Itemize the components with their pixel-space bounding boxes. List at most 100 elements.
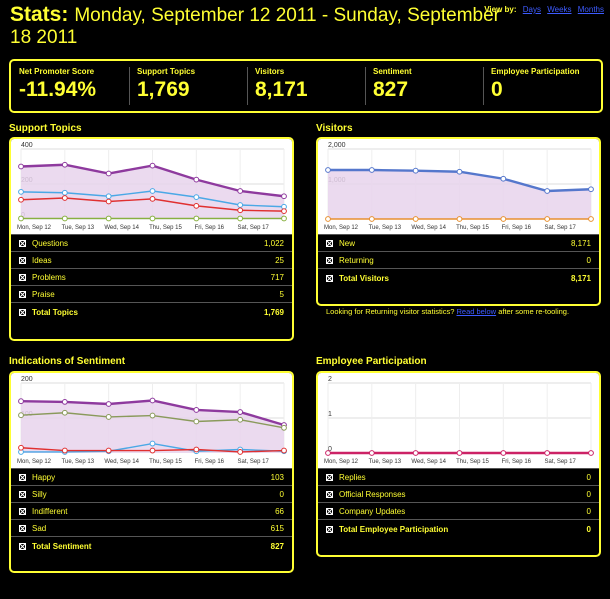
x-tick-label: Sat, Sep 17: [237, 459, 269, 465]
data-point: [105, 215, 112, 222]
toggle-all-icon[interactable]: [326, 525, 333, 533]
total-row[interactable]: Total Visitors 8,171: [318, 268, 599, 287]
toggle-series-icon[interactable]: [326, 490, 333, 498]
sentiment-chart: 100200Mon, Sep 12Tue, Sep 13Wed, Sep 14T…: [11, 373, 292, 468]
data-point: [368, 216, 375, 222]
toggle-series-icon[interactable]: [19, 273, 26, 281]
total-row[interactable]: Total Sentiment 827: [11, 536, 292, 555]
toggle-all-icon[interactable]: [326, 274, 333, 282]
x-tick-label: Fri, Sep 16: [195, 459, 225, 465]
data-point: [281, 215, 287, 222]
view-by-months-link[interactable]: Months: [578, 5, 604, 14]
list-item[interactable]: Happy 103: [11, 468, 292, 485]
total-value: 8,171: [570, 273, 591, 283]
x-tick-label: Wed, Sep 14: [104, 459, 139, 465]
list-item[interactable]: Sad 615: [11, 519, 292, 536]
data-point: [105, 198, 112, 205]
data-point: [500, 216, 507, 222]
list-item-label: Replies: [339, 472, 366, 482]
total-row[interactable]: Total Employee Participation 0: [318, 519, 599, 538]
data-point: [61, 189, 68, 196]
data-point: [544, 216, 551, 222]
data-point: [105, 401, 112, 407]
list-item-value: 8,171: [570, 238, 591, 248]
data-point: [61, 399, 68, 405]
toggle-series-icon[interactable]: [19, 290, 26, 298]
data-point: [193, 215, 200, 222]
page-title: Stats: Monday, September 12 2011 - Sunday…: [10, 4, 510, 49]
series-area: [328, 170, 591, 219]
data-point: [193, 446, 200, 453]
data-point: [237, 188, 244, 194]
x-tick-label: Wed, Sep 14: [104, 225, 139, 231]
data-point: [237, 409, 244, 415]
data-point: [105, 170, 112, 177]
list-item[interactable]: Praise 5: [11, 285, 292, 302]
data-point: [149, 440, 156, 447]
view-by-weeks-link[interactable]: Weeks: [547, 5, 571, 14]
toggle-all-icon[interactable]: [19, 542, 26, 550]
list-item[interactable]: Silly 0: [11, 485, 292, 502]
employee-participation-chart-svg: 012Mon, Sep 12 Tue, Sep 13 Wed, Sep 14 Thu,…: [324, 376, 594, 465]
list-item-label: Silly: [32, 489, 47, 499]
y-tick-label: 2: [328, 376, 332, 383]
data-point: [500, 450, 507, 456]
toggle-series-icon[interactable]: [19, 524, 26, 532]
list-item[interactable]: New 8,171: [318, 234, 599, 251]
list-item-label: Ideas: [32, 255, 52, 265]
data-point: [237, 207, 244, 214]
list-item-value: 0: [279, 489, 284, 499]
list-item[interactable]: Ideas 25: [11, 251, 292, 268]
sentiment-chart-svg: 100200Mon, Sep 12Tue, Sep 13Wed, Sep 14T…: [17, 376, 287, 465]
summary-label: Employee Participation: [491, 67, 580, 76]
visitors-chart: 1,0002,000Mon, Sep 12Tue, Sep 13Wed, Sep…: [318, 139, 599, 234]
view-by-days-link[interactable]: Days: [523, 5, 541, 14]
x-tick-label: Thu, Sep 15: [456, 459, 489, 465]
toggle-series-icon[interactable]: [326, 256, 333, 264]
toggle-series-icon[interactable]: [19, 256, 26, 264]
read-below-link[interactable]: Read below: [456, 307, 496, 316]
list-item-value: 1,022: [263, 238, 284, 248]
x-tick-label: Sat, Sep 17: [544, 459, 576, 465]
list-item[interactable]: Replies 0: [318, 468, 599, 485]
toggle-all-icon[interactable]: [19, 308, 26, 316]
list-item-value: 0: [586, 489, 591, 499]
list-item-value: 0: [586, 506, 591, 516]
list-item[interactable]: Indifferent 66: [11, 502, 292, 519]
employee-participation-chart: 0 1 2 Mon, Sep 12 Tue, Sep 13 Wed, Sep 14 Thu,…: [318, 373, 599, 468]
toggle-series-icon[interactable]: [19, 239, 26, 247]
data-point: [18, 163, 24, 170]
data-point: [61, 195, 68, 201]
list-item[interactable]: Official Responses 0: [318, 485, 599, 502]
data-point: [61, 215, 68, 222]
note-text-after: after some re-tooling.: [498, 307, 570, 316]
list-item-value: 5: [279, 289, 284, 299]
data-point: [18, 412, 24, 419]
toggle-series-icon[interactable]: [19, 473, 26, 481]
summary-label: Visitors: [255, 67, 285, 76]
summary-label: Support Topics: [137, 67, 196, 76]
toggle-series-icon[interactable]: [326, 239, 333, 247]
view-by-label: View by:: [484, 5, 517, 14]
list-item[interactable]: Problems 717: [11, 268, 292, 285]
list-item-value: 103: [270, 472, 284, 482]
summary-sentiment: Sentiment 827: [365, 61, 483, 111]
toggle-series-icon[interactable]: [326, 473, 333, 481]
list-item-value: 717: [270, 272, 284, 282]
data-point: [61, 409, 68, 416]
data-point: [237, 202, 244, 208]
toggle-series-icon[interactable]: [19, 507, 26, 515]
visitors-panel: 1,0002,000Mon, Sep 12Tue, Sep 13Wed, Sep…: [316, 137, 601, 306]
list-item-label: New: [339, 238, 356, 248]
summary-value: 8,171: [255, 78, 308, 101]
list-item[interactable]: Questions 1,022: [11, 234, 292, 251]
list-item-label: Happy: [32, 472, 56, 482]
total-row[interactable]: Total Topics 1,769: [11, 302, 292, 321]
x-tick-label: Mon, Sep 12: [324, 459, 359, 465]
toggle-series-icon[interactable]: [19, 490, 26, 498]
support-topics-chart: 0200400Mon, Sep 12Tue, Sep 13Wed, Sep 14…: [11, 139, 292, 234]
toggle-series-icon[interactable]: [326, 507, 333, 515]
data-point: [281, 208, 287, 215]
list-item[interactable]: Returning 0: [318, 251, 599, 268]
list-item[interactable]: Company Updates 0: [318, 502, 599, 519]
